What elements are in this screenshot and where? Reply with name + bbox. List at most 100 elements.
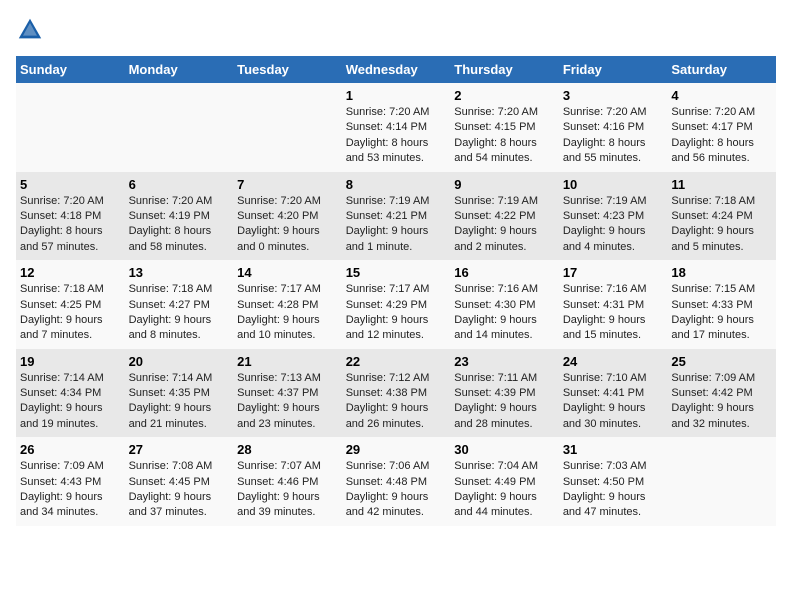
- calendar-cell: 21Sunrise: 7:13 AMSunset: 4:37 PMDayligh…: [233, 349, 342, 438]
- day-info: Sunrise: 7:20 AMSunset: 4:16 PMDaylight:…: [563, 105, 664, 167]
- calendar-cell: 5Sunrise: 7:20 AMSunset: 4:18 PMDaylight…: [16, 172, 125, 261]
- day-number: 29: [346, 442, 447, 457]
- calendar-week-row: 26 Sunrise: 7:09 AMSunset: 4:43 PMDayligh…: [16, 437, 776, 526]
- weekday-header: Thursday: [450, 56, 559, 83]
- day-number: 8: [346, 177, 447, 192]
- calendar-cell: 27 Sunrise: 7:08 AMSunset: 4:45 PMDayligh…: [125, 437, 234, 526]
- weekday-header: Tuesday: [233, 56, 342, 83]
- day-info: Sunrise: 7:15 AMSunset: 4:33 PMDaylight:…: [671, 282, 772, 344]
- calendar-week-row: 19Sunrise: 7:14 AMSunset: 4:34 PMDayligh…: [16, 349, 776, 438]
- calendar-cell: 23 Sunrise: 7:11 AMSunset: 4:39 PMDayligh…: [450, 349, 559, 438]
- day-info: Sunrise: 7:20 AMSunset: 4:15 PMDaylight:…: [454, 105, 555, 167]
- calendar-cell: 17 Sunrise: 7:16 AMSunset: 4:31 PMDayligh…: [559, 260, 668, 349]
- calendar-cell: 4Sunrise: 7:20 AMSunset: 4:17 PMDaylight…: [667, 83, 776, 172]
- day-info: Sunrise: 7:07 AMSunset: 4:46 PMDaylight:…: [237, 459, 338, 521]
- calendar-week-row: 12 Sunrise: 7:18 AMSunset: 4:25 PMDayligh…: [16, 260, 776, 349]
- day-number: 18: [671, 265, 772, 280]
- day-info: Sunrise: 7:18 AMSunset: 4:24 PMDaylight:…: [671, 194, 772, 256]
- day-number: 3: [563, 88, 664, 103]
- day-info: Sunrise: 7:20 AMSunset: 4:18 PMDaylight:…: [20, 194, 121, 256]
- day-number: 20: [129, 354, 230, 369]
- day-number: 28: [237, 442, 338, 457]
- day-info: Sunrise: 7:20 AMSunset: 4:20 PMDaylight:…: [237, 194, 338, 256]
- day-info: Sunrise: 7:17 AMSunset: 4:29 PMDaylight:…: [346, 282, 447, 344]
- calendar-cell: 22 Sunrise: 7:12 AMSunset: 4:38 PMDayligh…: [342, 349, 451, 438]
- day-info: Sunrise: 7:18 AMSunset: 4:27 PMDaylight:…: [129, 282, 230, 344]
- calendar-cell: 8 Sunrise: 7:19 AMSunset: 4:21 PMDaylight…: [342, 172, 451, 261]
- day-number: 6: [129, 177, 230, 192]
- calendar-cell: 13 Sunrise: 7:18 AMSunset: 4:27 PMDayligh…: [125, 260, 234, 349]
- calendar-cell: 16 Sunrise: 7:16 AMSunset: 4:30 PMDayligh…: [450, 260, 559, 349]
- day-info: Sunrise: 7:14 AMSunset: 4:34 PMDaylight:…: [20, 371, 121, 433]
- calendar-cell: 18 Sunrise: 7:15 AMSunset: 4:33 PMDayligh…: [667, 260, 776, 349]
- calendar-cell: 15 Sunrise: 7:17 AMSunset: 4:29 PMDayligh…: [342, 260, 451, 349]
- day-info: Sunrise: 7:09 AMSunset: 4:42 PMDaylight:…: [671, 371, 772, 433]
- weekday-header: Friday: [559, 56, 668, 83]
- day-info: Sunrise: 7:19 AMSunset: 4:21 PMDaylight:…: [346, 194, 447, 256]
- calendar-cell: [16, 83, 125, 172]
- calendar-cell: [125, 83, 234, 172]
- calendar-cell: [667, 437, 776, 526]
- calendar-cell: 2Sunrise: 7:20 AMSunset: 4:15 PMDaylight…: [450, 83, 559, 172]
- logo: [16, 16, 48, 44]
- day-number: 26: [20, 442, 121, 457]
- calendar-cell: 30 Sunrise: 7:04 AMSunset: 4:49 PMDayligh…: [450, 437, 559, 526]
- day-number: 12: [20, 265, 121, 280]
- day-number: 9: [454, 177, 555, 192]
- day-info: Sunrise: 7:11 AMSunset: 4:39 PMDaylight:…: [454, 371, 555, 433]
- day-number: 30: [454, 442, 555, 457]
- day-info: Sunrise: 7:20 AMSunset: 4:14 PMDaylight:…: [346, 105, 447, 167]
- day-info: Sunrise: 7:19 AMSunset: 4:23 PMDaylight:…: [563, 194, 664, 256]
- day-info: Sunrise: 7:10 AMSunset: 4:41 PMDaylight:…: [563, 371, 664, 433]
- day-number: 7: [237, 177, 338, 192]
- day-number: 25: [671, 354, 772, 369]
- day-info: Sunrise: 7:17 AMSunset: 4:28 PMDaylight:…: [237, 282, 338, 344]
- day-number: 14: [237, 265, 338, 280]
- calendar-cell: 11 Sunrise: 7:18 AMSunset: 4:24 PMDayligh…: [667, 172, 776, 261]
- day-info: Sunrise: 7:20 AMSunset: 4:19 PMDaylight:…: [129, 194, 230, 256]
- calendar-cell: 14 Sunrise: 7:17 AMSunset: 4:28 PMDayligh…: [233, 260, 342, 349]
- day-number: 24: [563, 354, 664, 369]
- day-info: Sunrise: 7:19 AMSunset: 4:22 PMDaylight:…: [454, 194, 555, 256]
- page-header: [16, 16, 776, 44]
- day-info: Sunrise: 7:08 AMSunset: 4:45 PMDaylight:…: [129, 459, 230, 521]
- calendar-cell: 28 Sunrise: 7:07 AMSunset: 4:46 PMDayligh…: [233, 437, 342, 526]
- weekday-header: Sunday: [16, 56, 125, 83]
- day-info: Sunrise: 7:16 AMSunset: 4:31 PMDaylight:…: [563, 282, 664, 344]
- calendar-cell: 12 Sunrise: 7:18 AMSunset: 4:25 PMDayligh…: [16, 260, 125, 349]
- day-info: Sunrise: 7:14 AMSunset: 4:35 PMDaylight:…: [129, 371, 230, 433]
- day-number: 11: [671, 177, 772, 192]
- calendar-cell: 20 Sunrise: 7:14 AMSunset: 4:35 PMDayligh…: [125, 349, 234, 438]
- day-number: 16: [454, 265, 555, 280]
- day-number: 27: [129, 442, 230, 457]
- calendar-cell: 3 Sunrise: 7:20 AMSunset: 4:16 PMDaylight…: [559, 83, 668, 172]
- calendar-cell: 7 Sunrise: 7:20 AMSunset: 4:20 PMDaylight…: [233, 172, 342, 261]
- calendar-week-row: 5Sunrise: 7:20 AMSunset: 4:18 PMDaylight…: [16, 172, 776, 261]
- day-info: Sunrise: 7:09 AMSunset: 4:43 PMDaylight:…: [20, 459, 121, 521]
- day-info: Sunrise: 7:18 AMSunset: 4:25 PMDaylight:…: [20, 282, 121, 344]
- calendar-cell: 26 Sunrise: 7:09 AMSunset: 4:43 PMDayligh…: [16, 437, 125, 526]
- day-number: 1: [346, 88, 447, 103]
- calendar-cell: 25 Sunrise: 7:09 AMSunset: 4:42 PMDayligh…: [667, 349, 776, 438]
- day-info: Sunrise: 7:03 AMSunset: 4:50 PMDaylight:…: [563, 459, 664, 521]
- day-number: 15: [346, 265, 447, 280]
- weekday-header: Monday: [125, 56, 234, 83]
- day-info: Sunrise: 7:04 AMSunset: 4:49 PMDaylight:…: [454, 459, 555, 521]
- day-number: 22: [346, 354, 447, 369]
- weekday-header-row: SundayMondayTuesdayWednesdayThursdayFrid…: [16, 56, 776, 83]
- day-info: Sunrise: 7:06 AMSunset: 4:48 PMDaylight:…: [346, 459, 447, 521]
- day-info: Sunrise: 7:12 AMSunset: 4:38 PMDaylight:…: [346, 371, 447, 433]
- day-info: Sunrise: 7:20 AMSunset: 4:17 PMDaylight:…: [671, 105, 772, 167]
- day-info: Sunrise: 7:16 AMSunset: 4:30 PMDaylight:…: [454, 282, 555, 344]
- day-number: 23: [454, 354, 555, 369]
- day-number: 13: [129, 265, 230, 280]
- calendar-cell: 19Sunrise: 7:14 AMSunset: 4:34 PMDayligh…: [16, 349, 125, 438]
- calendar-cell: 24 Sunrise: 7:10 AMSunset: 4:41 PMDayligh…: [559, 349, 668, 438]
- calendar-cell: 9 Sunrise: 7:19 AMSunset: 4:22 PMDaylight…: [450, 172, 559, 261]
- day-number: 31: [563, 442, 664, 457]
- calendar-cell: 1 Sunrise: 7:20 AMSunset: 4:14 PMDaylight…: [342, 83, 451, 172]
- day-number: 17: [563, 265, 664, 280]
- weekday-header: Saturday: [667, 56, 776, 83]
- calendar-cell: 31 Sunrise: 7:03 AMSunset: 4:50 PMDayligh…: [559, 437, 668, 526]
- calendar-cell: 29 Sunrise: 7:06 AMSunset: 4:48 PMDayligh…: [342, 437, 451, 526]
